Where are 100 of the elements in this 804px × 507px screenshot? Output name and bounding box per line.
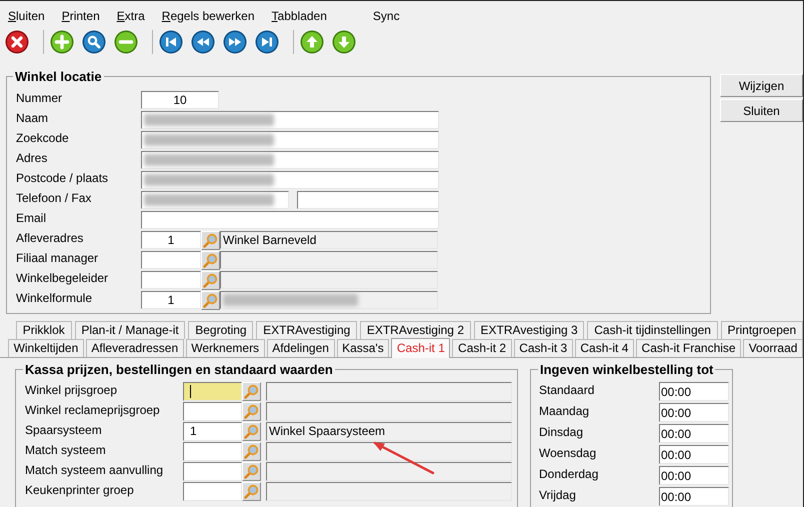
field-label: Filiaal manager bbox=[15, 251, 100, 265]
input-field[interactable] bbox=[141, 111, 439, 129]
tab[interactable]: Printgroepen bbox=[720, 321, 803, 339]
tab[interactable]: Plan-it / Manage-it bbox=[74, 321, 186, 339]
close-icon[interactable] bbox=[5, 30, 29, 54]
tab[interactable]: Cash-it Franchise bbox=[636, 339, 742, 357]
magnifier-icon bbox=[244, 384, 259, 398]
rewind-icon[interactable] bbox=[191, 30, 215, 54]
tab[interactable]: Afdelingen bbox=[266, 339, 334, 357]
tab[interactable]: EXTRAvestiging bbox=[256, 321, 358, 339]
lookup-button[interactable] bbox=[242, 402, 261, 420]
menu-item[interactable]: Tabbladen bbox=[272, 8, 327, 27]
field-label: Keukenprinter groep bbox=[24, 482, 135, 496]
lookup-button[interactable] bbox=[242, 422, 261, 440]
menu-item[interactable]: Extra bbox=[116, 8, 145, 27]
input-field[interactable] bbox=[183, 442, 242, 460]
menu-item[interactable]: Printen bbox=[62, 8, 100, 27]
skip-forward-icon[interactable] bbox=[255, 30, 279, 54]
input-field[interactable]: 1 bbox=[183, 422, 242, 440]
input-field[interactable] bbox=[183, 462, 242, 480]
input-field[interactable]: 00:00 bbox=[659, 487, 729, 506]
tab[interactable]: Prikklok bbox=[16, 321, 72, 339]
magnifier-icon bbox=[244, 404, 259, 418]
description-text: Winkel Spaarsysteem bbox=[269, 424, 386, 438]
field-label: Nummer bbox=[15, 91, 64, 105]
lookup-button[interactable] bbox=[201, 270, 220, 290]
tab[interactable]: Cash-it 2 bbox=[452, 339, 512, 357]
magnifier-icon bbox=[244, 424, 259, 438]
lookup-button[interactable] bbox=[201, 250, 220, 270]
field-label: Winkel prijsgroep bbox=[24, 382, 118, 396]
lookup-button[interactable] bbox=[242, 442, 261, 460]
tab[interactable]: Cash-it 3 bbox=[514, 339, 573, 357]
tab[interactable]: Kassa's bbox=[336, 339, 390, 357]
input-field[interactable]: 1 bbox=[141, 291, 201, 309]
field-label: Zoekcode bbox=[15, 131, 70, 145]
field-label: Winkel reclameprijsgroep bbox=[24, 402, 161, 416]
search-icon[interactable] bbox=[82, 30, 106, 54]
field-label: Donderdag bbox=[538, 466, 600, 480]
magnifier-icon bbox=[203, 252, 218, 268]
input-field[interactable]: 1 bbox=[141, 231, 201, 249]
menu-item[interactable]: Regels bewerken bbox=[162, 8, 255, 27]
up-arrow-icon[interactable] bbox=[300, 30, 324, 54]
input-field[interactable] bbox=[297, 191, 439, 209]
tab[interactable]: EXTRAvestiging 3 bbox=[474, 321, 584, 339]
fast-forward-icon[interactable] bbox=[223, 30, 247, 54]
input-field[interactable]: 00:00 bbox=[659, 403, 729, 422]
tab[interactable]: Afleveradressen bbox=[86, 339, 184, 357]
field-label: Vrijdag bbox=[538, 488, 577, 502]
input-field[interactable]: 00:00 bbox=[659, 382, 729, 401]
input-field[interactable] bbox=[141, 131, 439, 149]
tab[interactable]: Begroting bbox=[188, 321, 254, 339]
tab[interactable]: Werknemers bbox=[186, 339, 265, 357]
input-field[interactable]: 00:00 bbox=[659, 445, 729, 464]
minus-icon[interactable] bbox=[114, 30, 138, 54]
input-field[interactable] bbox=[141, 211, 439, 229]
field-label: Match systeem aanvulling bbox=[24, 462, 164, 476]
input-field[interactable]: 00:00 bbox=[659, 466, 729, 485]
skip-back-icon[interactable] bbox=[159, 30, 183, 54]
tab[interactable]: EXTRAvestiging 2 bbox=[360, 321, 471, 339]
magnifier-icon bbox=[203, 232, 218, 248]
annotation-arrow bbox=[373, 442, 434, 474]
plus-icon[interactable] bbox=[50, 30, 74, 54]
field-label: Dinsdag bbox=[538, 424, 584, 438]
input-field[interactable] bbox=[183, 402, 242, 420]
form-button[interactable]: Sluiten bbox=[720, 99, 803, 122]
lookup-button[interactable] bbox=[242, 482, 261, 500]
field-label: Maandag bbox=[538, 404, 590, 418]
menu-item[interactable]: Sluiten bbox=[8, 8, 45, 27]
field-label: Afleveradres bbox=[15, 231, 84, 245]
field-label: Spaarsysteem bbox=[24, 422, 103, 436]
down-arrow-icon[interactable] bbox=[332, 30, 356, 54]
input-field[interactable]: 00:00 bbox=[659, 424, 729, 443]
lookup-button[interactable] bbox=[242, 382, 261, 400]
input-field[interactable] bbox=[141, 151, 439, 169]
magnifier-icon bbox=[203, 272, 218, 288]
tab[interactable]: Cash-it 4 bbox=[574, 339, 634, 357]
input-field[interactable] bbox=[141, 191, 289, 209]
input-field[interactable]: 10 bbox=[141, 91, 219, 109]
magnifier-icon bbox=[203, 292, 218, 308]
menu-item[interactable]: Sync bbox=[372, 8, 400, 27]
group-title: Winkel locatie bbox=[13, 69, 104, 84]
description-text: Winkel Barneveld bbox=[223, 233, 316, 247]
magnifier-icon bbox=[244, 444, 259, 458]
field-label: Naam bbox=[15, 111, 50, 125]
tab[interactable]: Winkeltijden bbox=[8, 339, 84, 357]
field-label: Winkelbegeleider bbox=[15, 271, 110, 285]
tab[interactable]: Cash-it tijdinstellingen bbox=[587, 321, 718, 339]
lookup-button[interactable] bbox=[201, 290, 220, 310]
tab[interactable]: Voorraad bbox=[743, 339, 803, 357]
field-label: Telefoon / Fax bbox=[15, 191, 92, 205]
input-field[interactable] bbox=[183, 382, 242, 400]
input-field[interactable] bbox=[141, 251, 201, 269]
lookup-button[interactable] bbox=[201, 230, 220, 250]
form-button[interactable]: Wijzigen bbox=[720, 74, 803, 97]
input-field[interactable] bbox=[141, 171, 439, 189]
input-field[interactable] bbox=[141, 271, 201, 289]
lookup-button[interactable] bbox=[242, 462, 261, 480]
input-field[interactable] bbox=[183, 482, 242, 500]
group-title: Ingeven winkelbestelling tot bbox=[538, 362, 716, 377]
tab[interactable]: Cash-it 1 bbox=[391, 338, 450, 358]
